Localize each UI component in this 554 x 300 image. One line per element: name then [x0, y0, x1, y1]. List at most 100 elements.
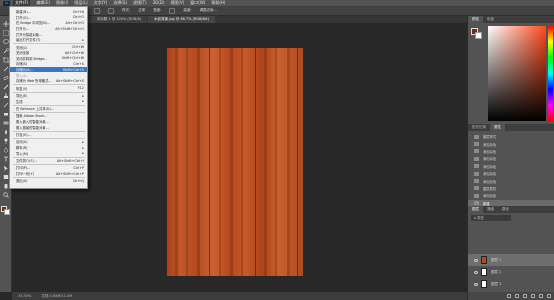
menu-item-label: 关闭全部	[16, 51, 30, 56]
menu-item-label: 导出(E)	[16, 94, 28, 99]
tab-history[interactable]: 历史记录	[468, 124, 490, 131]
layer-thumbnail	[481, 256, 487, 264]
menu-item-label: 打印一份(Y)	[16, 172, 34, 177]
background-color-swatch[interactable]	[4, 209, 10, 215]
menu-item-shortcut: Ctrl+O	[72, 15, 84, 20]
refine-edge-button[interactable]: 调整边缘...	[200, 8, 217, 13]
history-item[interactable]: 图层属性	[468, 185, 554, 192]
visibility-eye-icon[interactable]	[474, 282, 478, 286]
layer-thumbnail	[481, 280, 487, 288]
zoom-tool-icon[interactable]	[2, 191, 10, 198]
history-item[interactable]: 图层样式	[468, 133, 554, 140]
menu-item-shortcut: Alt+Shift+Ctrl+P	[55, 171, 84, 176]
hue-slider[interactable]	[548, 26, 553, 121]
new-group-icon[interactable]	[531, 294, 535, 298]
doc-tab-3[interactable]: 木纹背景.jpg @ 66.7% (RGB/8#)	[148, 16, 216, 23]
menu-item-shortcut: ▸	[82, 93, 84, 98]
color-picker-field[interactable]	[488, 26, 546, 121]
add-mask-icon[interactable]	[523, 294, 527, 298]
layer-row[interactable]: 图层 2	[468, 266, 554, 278]
history-item[interactable]: 添加杂色	[468, 192, 554, 199]
menu-item-label: 生成	[16, 99, 23, 104]
menu-item-label: 脚本(R)	[16, 146, 28, 151]
status-bar: 33.33% 文档:3.85M/11.5M	[12, 292, 467, 300]
menu-item-shortcut: Ctrl+P	[73, 165, 84, 170]
menu-item-label: 打开为智能对象...	[16, 32, 43, 37]
history-step-icon	[474, 186, 479, 191]
zoom-level[interactable]: 33.33%	[18, 294, 31, 298]
menu-item-shortcut: Shift+Ctrl+W	[61, 56, 84, 61]
visibility-eye-icon[interactable]	[474, 270, 478, 274]
history-item[interactable]: 添加杂色	[468, 170, 554, 177]
style-label: 样式:	[122, 8, 131, 12]
menu-item-label: 导入(M)	[16, 151, 29, 156]
tab-properties[interactable]: 属性	[490, 124, 505, 131]
layer-filter-select[interactable]: ρ 类型	[471, 215, 511, 221]
wood-texture-canvas[interactable]	[167, 48, 303, 276]
menu-item-label: 在 Bridge 中浏览(B)...	[16, 21, 51, 26]
tab-channels[interactable]: 通道	[483, 206, 498, 213]
selection-mode-icon[interactable]	[94, 7, 100, 14]
menu-item-label: 存储为(A)...	[16, 68, 34, 73]
menu-item-label: 文件简介(F)...	[16, 159, 37, 164]
right-panels: 颜色 色板 历史记录 属性 图层样式 添加杂色 添加杂色 添加杂色 添加杂色 添…	[467, 16, 554, 300]
file-menu-item[interactable]: 存储为 Web 所用格式... Alt+Shift+Ctrl+S	[10, 78, 87, 84]
history-item[interactable]: 添加杂色	[468, 148, 554, 155]
file-menu-item[interactable]: 置入链接的智能对象...	[10, 124, 87, 130]
history-step-icon	[474, 201, 479, 206]
menu-item-label: 恢复(V)	[16, 86, 28, 91]
swap-icon[interactable]	[169, 7, 176, 14]
layer-row[interactable]: 图层 3	[468, 278, 554, 290]
doc-size: 文档:3.85M/11.5M	[41, 293, 73, 298]
history-item[interactable]: 添加杂色	[468, 140, 554, 147]
menu-item-label: 退出(X)	[16, 179, 28, 184]
file-menu-item[interactable]: 导入(M) ▸	[10, 150, 87, 156]
menu-item-label: 搜索 Adobe Stock...	[16, 114, 48, 119]
layer-style-icon[interactable]	[515, 294, 519, 298]
visibility-eye-icon[interactable]	[474, 258, 478, 262]
history-step-icon	[474, 171, 479, 176]
tab-color[interactable]: 颜色	[468, 16, 483, 23]
menu-item-shortcut: Ctrl+W	[72, 45, 84, 50]
tab-swatches[interactable]: 色板	[483, 16, 498, 23]
history-step-icon	[474, 164, 479, 169]
file-menu-item[interactable]: 退出(X) Ctrl+Q	[10, 178, 87, 184]
menu-item-label: 在 Behance 上共享(D)...	[16, 107, 54, 112]
file-menu-item[interactable]: 文件简介(F)... Alt+Shift+Ctrl+I	[10, 158, 87, 164]
trash-icon[interactable]	[547, 294, 551, 298]
menu-item-label: 存储(S)	[16, 62, 28, 67]
add-selection-icon[interactable]	[108, 7, 114, 14]
history-step-icon	[474, 179, 479, 184]
file-menu-item[interactable]: 恢复(V) F12	[10, 85, 87, 91]
file-menu-item[interactable]: 最近打开文件(T) ▸	[10, 37, 87, 43]
menu-item-shortcut: ▸	[82, 37, 84, 42]
menu-item-label: 最近打开文件(T)	[16, 38, 41, 43]
style-select[interactable]: 正常	[138, 8, 145, 13]
history-item[interactable]: 添加杂色	[468, 177, 554, 184]
layers-panel: 图层 通道 路径 ρ 类型 图层 1 图层 2 图层 3	[468, 206, 554, 300]
history-list: 图层样式 添加杂色 添加杂色 添加杂色 添加杂色 添加杂色 添加杂色 图层属性 …	[468, 133, 554, 207]
history-item[interactable]: 添加杂色	[468, 155, 554, 162]
layer-thumbnail	[481, 268, 487, 276]
panel-background-swatch[interactable]	[475, 32, 482, 39]
menu-item-shortcut: F12	[77, 86, 84, 91]
file-menu-item[interactable]: 打包(G)...	[10, 132, 87, 138]
history-panel: 历史记录 属性 图层样式 添加杂色 添加杂色 添加杂色 添加杂色 添加杂色 添加…	[468, 124, 554, 214]
menu-item-label: 打开(O)...	[16, 15, 31, 20]
height-label: 高度:	[183, 8, 192, 12]
menu-item-label: 置入链接的智能对象...	[16, 125, 49, 130]
history-item[interactable]: 添加杂色	[468, 163, 554, 170]
file-menu-item[interactable]: 打印一份(Y) Alt+Shift+Ctrl+P	[10, 171, 87, 177]
new-layer-icon[interactable]	[539, 294, 543, 298]
tab-layers[interactable]: 图层	[468, 206, 483, 213]
menu-item-label: 新建(N)...	[16, 10, 31, 15]
link-layers-icon[interactable]	[507, 294, 511, 298]
doc-tab-2[interactable]: 未标题-1 @ 100% (RGB/8)	[90, 16, 148, 23]
menu-item-shortcut: Alt+Shift+Ctrl+I	[56, 158, 84, 163]
menu-item-shortcut: ▸	[82, 99, 84, 104]
file-menu-item[interactable]: 生成 ▸	[10, 98, 87, 104]
file-menu-item[interactable]: 在 Behance 上共享(D)...	[10, 106, 87, 112]
menu-item-shortcut: ▸	[82, 139, 84, 144]
layer-row[interactable]: 图层 1	[468, 254, 554, 266]
tab-paths[interactable]: 路径	[498, 206, 513, 213]
